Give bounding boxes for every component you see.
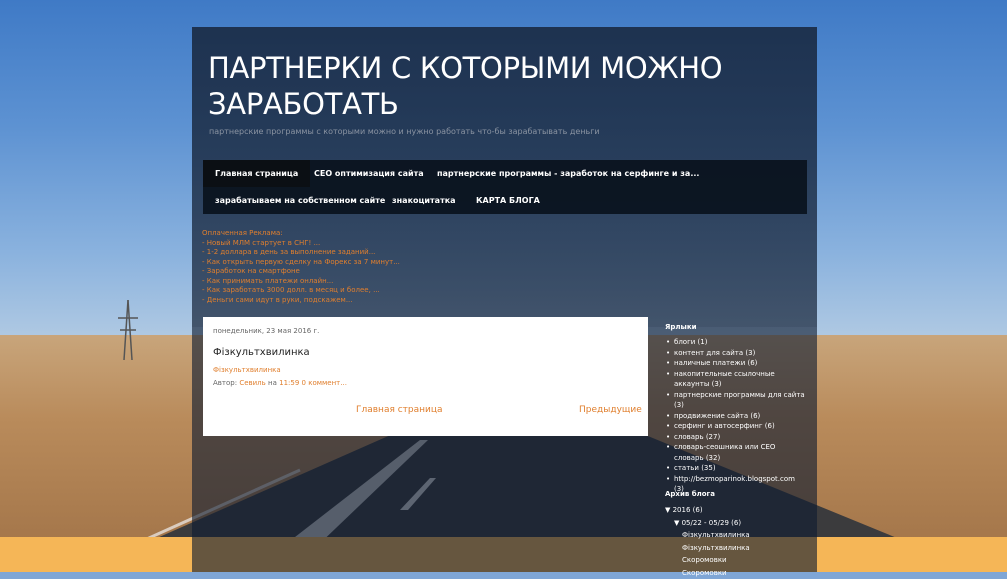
archive-post-link[interactable]: Скоромовки (665, 567, 805, 579)
ad-link[interactable]: - 1-2 доллара в день за выполнение задан… (202, 248, 400, 258)
post-time-link[interactable]: 11:59 (279, 379, 299, 387)
sidebar-labels: Ярлыки блоги (1) контент для сайта (3) н… (665, 323, 805, 495)
tab-seo[interactable]: СЕО оптимизация сайта (302, 160, 436, 187)
time-prefix: на (268, 379, 277, 387)
tab-blog-map[interactable]: КАРТА БЛОГА (464, 187, 552, 214)
archive-heading: Архив блога (665, 490, 805, 498)
blog-description: партнерские программы с которыми можно и… (209, 127, 600, 136)
power-pylon (118, 300, 138, 360)
label-item[interactable]: статьи (35) (665, 463, 805, 474)
blog-archive: Архив блога ▼ 2016 (6) ▼ 05/22 - 05/29 (… (665, 490, 805, 579)
labels-list: блоги (1) контент для сайта (3) наличные… (665, 337, 805, 495)
label-item[interactable]: наличные платежи (6) (665, 358, 805, 369)
pager-previous-link[interactable]: Предыдущие (579, 405, 642, 415)
comments-link[interactable]: 0 коммент... (302, 379, 347, 387)
author-prefix: Автор: (213, 379, 237, 387)
post-footer: Автор: Севиль на 11:59 0 коммент... (213, 379, 347, 387)
ad-link[interactable]: - Как заработать 3000 долл. в месяц и бо… (202, 286, 400, 296)
ad-link[interactable]: - Деньги сами идут в руки, подскажем... (202, 296, 400, 306)
labels-heading: Ярлыки (665, 323, 805, 331)
label-item[interactable]: блоги (1) (665, 337, 805, 348)
pager-home-link[interactable]: Главная страница (356, 405, 443, 415)
archive-month-toggle[interactable]: ▼ 05/22 - 05/29 (6) (665, 517, 805, 530)
author-link[interactable]: Севиль (239, 379, 265, 387)
label-item[interactable]: накопительные ссылочные аккаунты (3) (665, 369, 805, 390)
post-date: понедельник, 23 мая 2016 г. (213, 327, 319, 335)
label-item[interactable]: серфинг и автосерфинг (6) (665, 421, 805, 432)
ads-title: Оплаченная Реклама: (202, 229, 400, 239)
label-item[interactable]: продвижение сайта (6) (665, 411, 805, 422)
label-item[interactable]: словарь (27) (665, 432, 805, 443)
tab-partner-programs[interactable]: партнерские программы - заработок на сер… (425, 160, 711, 187)
ad-link[interactable]: - Как принимать платежи онлайн... (202, 277, 400, 287)
tab-own-site[interactable]: зарабатываем на собственном сайте (203, 187, 397, 214)
archive-post-link[interactable]: Фізкультхвилинка (665, 542, 805, 555)
ad-link[interactable]: - Новый МЛМ стартует в СНГ! ... (202, 239, 400, 249)
ad-link[interactable]: - Как открыть первую сделку на Форекс за… (202, 258, 400, 268)
ad-link[interactable]: - Заработок на смартфоне (202, 267, 400, 277)
post-title[interactable]: Фізкультхвилинка (213, 347, 310, 358)
tab-quotes[interactable]: знакоцитатка (380, 187, 468, 214)
blog-title[interactable]: ПАРТНЕРКИ С КОТОРЫМИ МОЖНО ЗАРАБОТАТЬ (208, 50, 768, 122)
label-item[interactable]: партнерские программы для сайта (3) (665, 390, 805, 411)
tab-home[interactable]: Главная страница (203, 160, 310, 187)
post-card: понедельник, 23 мая 2016 г. Фізкультхвил… (203, 317, 648, 436)
archive-post-link[interactable]: Фізкультхвилинка (665, 529, 805, 542)
label-item[interactable]: контент для сайта (3) (665, 348, 805, 359)
paid-ads: Оплаченная Реклама: - Новый МЛМ стартует… (202, 229, 400, 305)
post-body-link[interactable]: Фізкультхвилинка (213, 366, 281, 374)
nav-tabs: Главная страница СЕО оптимизация сайта п… (203, 160, 807, 214)
archive-post-link[interactable]: Скоромовки (665, 554, 805, 567)
label-item[interactable]: словарь-сеошника или СЕО словарь (32) (665, 442, 805, 463)
archive-year-toggle[interactable]: ▼ 2016 (6) (665, 504, 805, 517)
